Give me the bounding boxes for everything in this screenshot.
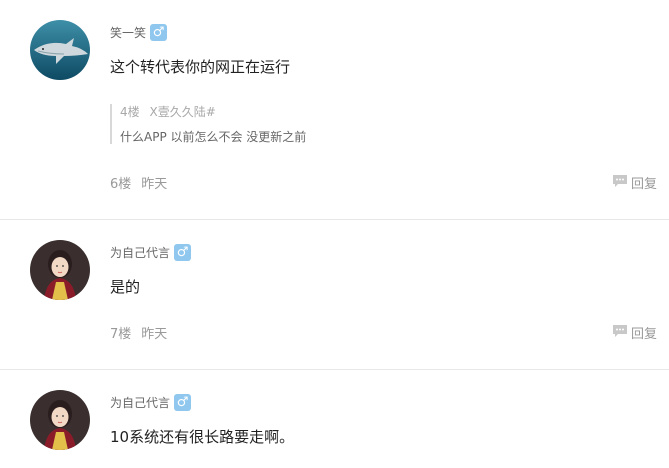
reply-label[interactable]: 回复 <box>631 323 657 342</box>
comment-item: 为自己代言 ♂ 是的 7楼 昨天 回复 <box>0 220 669 369</box>
quote-header: 4楼 X壹久久陆# <box>120 104 306 120</box>
male-icon: ♂ <box>174 394 192 411</box>
comment-content: 10系统还有很长路要走啊。 <box>110 428 295 446</box>
floor-number: 6楼 <box>110 177 132 192</box>
username[interactable]: 笑一笑 ♂ <box>110 24 168 41</box>
reply-button[interactable]: 回复 <box>612 173 657 192</box>
quote-text: 什么APP 以前怎么不会 没更新之前 <box>120 130 307 144</box>
quote-author[interactable]: X壹久久陆# <box>149 105 215 119</box>
avatar[interactable] <box>30 240 90 300</box>
username-text[interactable]: 笑一笑 <box>110 24 146 41</box>
reply-label[interactable]: 回复 <box>631 173 657 192</box>
username[interactable]: 为自己代言 ♂ <box>110 394 192 411</box>
reply-button[interactable]: 回复 <box>612 323 657 342</box>
comment-content: 是的 <box>110 278 141 296</box>
username-text[interactable]: 为自己代言 <box>110 244 170 261</box>
quoted-comment: 4楼 X壹久久陆# 什么APP 以前怎么不会 没更新之前 <box>110 104 306 144</box>
avatar[interactable] <box>30 20 90 80</box>
floor-number: 7楼 <box>110 327 132 342</box>
comment-meta: 6楼 昨天 <box>110 173 167 192</box>
username[interactable]: 为自己代言 ♂ <box>110 244 192 261</box>
comment-time: 昨天 <box>141 327 168 342</box>
avatar[interactable] <box>30 390 90 450</box>
comment-bubble-icon <box>612 174 628 192</box>
quote-floor: 4楼 <box>120 105 140 119</box>
comment-item: 为自己代言 ♂ 10系统还有很长路要走啊。 <box>0 370 669 468</box>
male-icon: ♂ <box>150 24 168 41</box>
comment-item: 笑一笑 ♂ 这个转代表你的网正在运行 4楼 X壹久久陆# 什么APP 以前怎么不… <box>0 0 669 219</box>
male-icon: ♂ <box>174 244 192 261</box>
comment-time: 昨天 <box>141 177 168 192</box>
comment-content: 这个转代表你的网正在运行 <box>110 58 291 76</box>
comment-meta: 7楼 昨天 <box>110 323 167 342</box>
username-text[interactable]: 为自己代言 <box>110 394 170 411</box>
comment-bubble-icon <box>612 324 628 342</box>
